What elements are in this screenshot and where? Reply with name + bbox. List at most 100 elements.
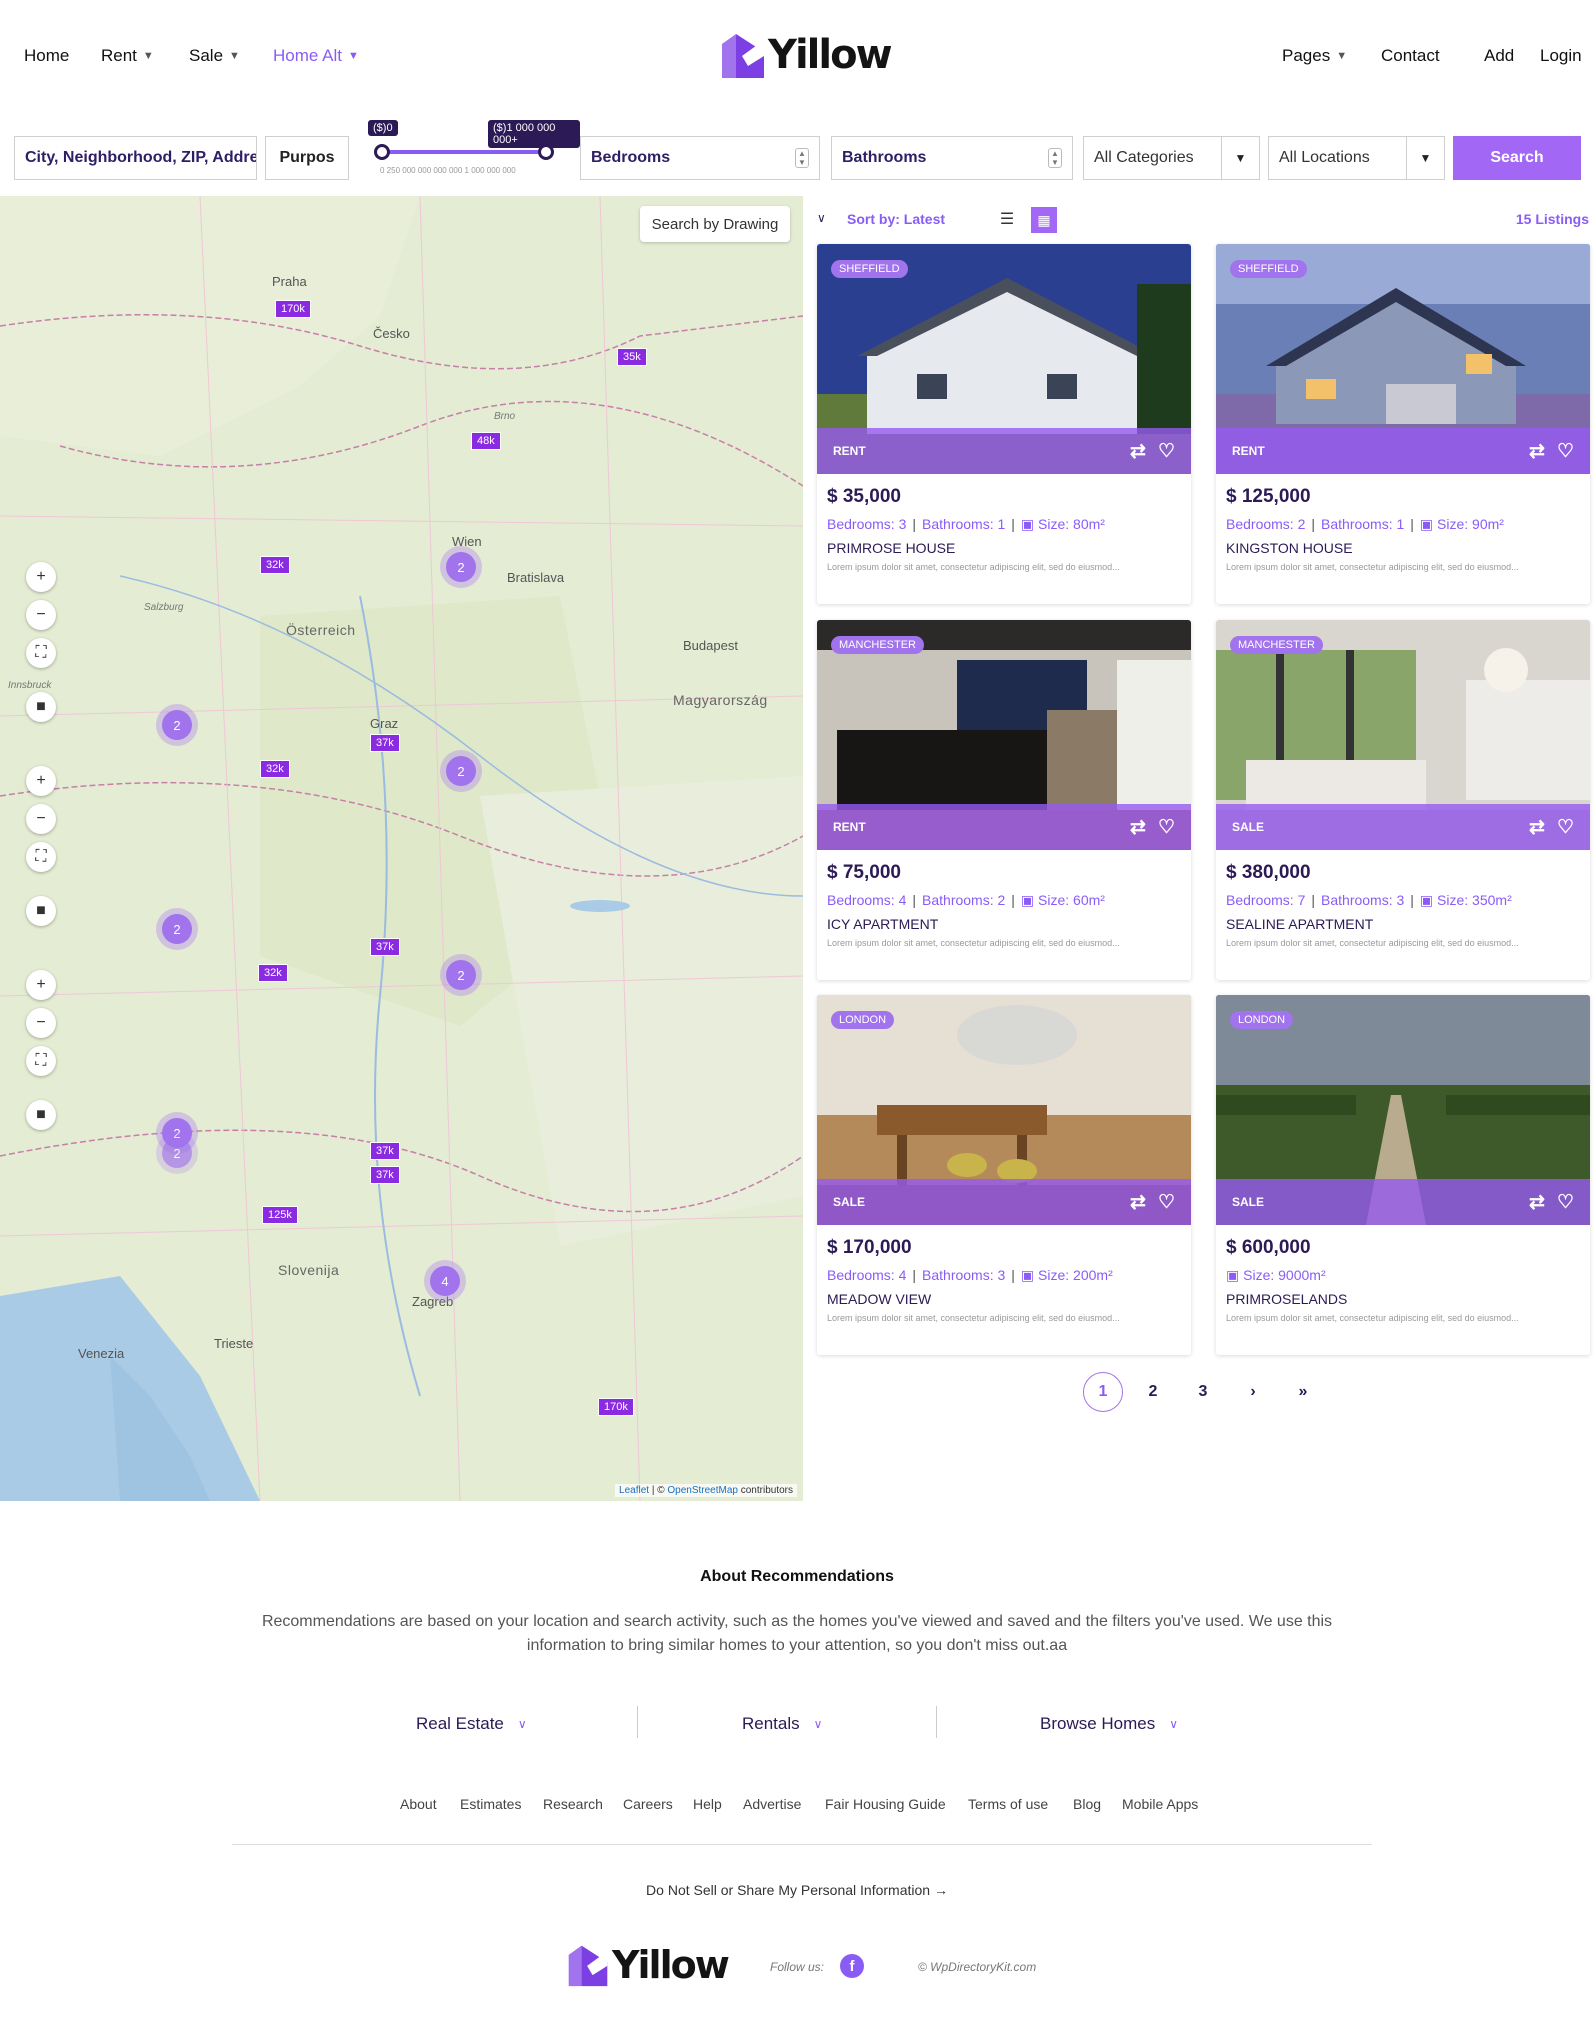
nav-add[interactable]: Add	[1484, 46, 1514, 66]
leaflet-link[interactable]: Leaflet	[619, 1485, 649, 1496]
privacy-link[interactable]: Do Not Sell or Share My Personal Informa…	[0, 1882, 1594, 1898]
list-view-icon[interactable]: ☰	[995, 207, 1019, 231]
footer-link-careers[interactable]: Careers	[623, 1796, 673, 1812]
nav-rent[interactable]: Rent ▼	[101, 46, 154, 66]
nav-login[interactable]: Login	[1540, 46, 1582, 66]
zoom-in-button[interactable]: +	[26, 766, 56, 796]
chevron-down-icon[interactable]: ▼	[1221, 137, 1259, 179]
zoom-out-button[interactable]: −	[26, 600, 56, 630]
map-price-marker[interactable]: 37k	[370, 1166, 400, 1184]
footer-link-about[interactable]: About	[400, 1796, 437, 1812]
compare-icon[interactable]: ⇄	[1130, 440, 1146, 463]
footer-link-terms[interactable]: Terms of use	[968, 1796, 1048, 1812]
listing-card[interactable]: MANCHESTER SALE ⇄ ♡ $ 380,000 Bedrooms: 7 |…	[1216, 620, 1590, 980]
nav-home-alt[interactable]: Home Alt ▼	[273, 46, 359, 66]
nav-contact[interactable]: Contact	[1381, 46, 1440, 66]
map-cluster[interactable]: 2	[156, 704, 198, 746]
heart-icon[interactable]: ♡	[1557, 1191, 1574, 1214]
map-price-marker[interactable]: 170k	[275, 300, 311, 318]
listing-card[interactable]: LONDON SALE ⇄ ♡ $ 600,000 ▣ Size: 9000m² P…	[1216, 995, 1590, 1355]
price-range-slider[interactable]: ($)0 ($)1 000 000 000+ 0 250 000 000 000…	[360, 118, 580, 184]
map-cluster[interactable]: 2	[440, 546, 482, 588]
osm-link[interactable]: OpenStreetMap	[667, 1485, 738, 1496]
location-search-input[interactable]: City, Neighborhood, ZIP, Address	[14, 136, 257, 180]
bedrooms-input[interactable]: Bedrooms ▲ ▼	[580, 136, 820, 180]
compare-icon[interactable]: ⇄	[1529, 816, 1545, 839]
footer-category-real-estate[interactable]: Real Estate ∨	[416, 1714, 527, 1734]
listing-title[interactable]: ICY APARTMENT	[827, 916, 938, 932]
spinner-icon[interactable]: ▲ ▼	[1048, 148, 1062, 168]
map-price-marker[interactable]: 35k	[617, 348, 647, 366]
map-price-marker[interactable]: 125k	[262, 1206, 298, 1224]
nav-home[interactable]: Home	[24, 46, 69, 66]
purpose-select[interactable]: Purpos	[265, 136, 349, 180]
facebook-icon[interactable]: f	[840, 1954, 864, 1978]
listing-card[interactable]: SHEFFIELD RENT ⇄ ♡ $ 35,000 Bedrooms: 3 | Ba…	[817, 244, 1191, 604]
categories-select[interactable]: All Categories ▼	[1083, 136, 1260, 180]
heart-icon[interactable]: ♡	[1158, 1191, 1175, 1214]
map-price-marker[interactable]: 32k	[260, 760, 290, 778]
footer-link-mobile-apps[interactable]: Mobile Apps	[1122, 1796, 1198, 1812]
fullscreen-icon[interactable]: ⛶	[26, 1046, 56, 1076]
last-page-button[interactable]: »	[1283, 1372, 1323, 1412]
nav-pages[interactable]: Pages ▼	[1282, 46, 1347, 66]
bathrooms-input[interactable]: Bathrooms ▲ ▼	[831, 136, 1073, 180]
page-button[interactable]: 1	[1083, 1372, 1123, 1412]
compare-icon[interactable]: ⇄	[1130, 1191, 1146, 1214]
heart-icon[interactable]: ♡	[1557, 440, 1574, 463]
map-cluster[interactable]: 4	[424, 1260, 466, 1302]
listing-card[interactable]: MANCHESTER RENT ⇄ ♡ $ 75,000 Bedrooms: 4 | B…	[817, 620, 1191, 980]
chevron-down-icon[interactable]: ∨	[817, 211, 826, 225]
listing-title[interactable]: PRIMROSELANDS	[1226, 1291, 1347, 1307]
map-price-marker[interactable]: 37k	[370, 1142, 400, 1160]
listing-title[interactable]: KINGSTON HOUSE	[1226, 540, 1353, 556]
draw-square-icon[interactable]: ■	[26, 1100, 56, 1130]
fullscreen-icon[interactable]: ⛶	[26, 842, 56, 872]
zoom-in-button[interactable]: +	[26, 970, 56, 1000]
compare-icon[interactable]: ⇄	[1529, 440, 1545, 463]
draw-square-icon[interactable]: ■	[26, 896, 56, 926]
footer-link-advertise[interactable]: Advertise	[743, 1796, 801, 1812]
heart-icon[interactable]: ♡	[1557, 816, 1574, 839]
heart-icon[interactable]: ♡	[1158, 816, 1175, 839]
zoom-out-button[interactable]: −	[26, 1008, 56, 1038]
footer-link-blog[interactable]: Blog	[1073, 1796, 1101, 1812]
zoom-out-button[interactable]: −	[26, 804, 56, 834]
footer-link-research[interactable]: Research	[543, 1796, 603, 1812]
compare-icon[interactable]: ⇄	[1130, 816, 1146, 839]
footer-category-browse-homes[interactable]: Browse Homes ∨	[1040, 1714, 1178, 1734]
page-button[interactable]: 2	[1133, 1372, 1173, 1412]
listing-card[interactable]: SHEFFIELD RENT ⇄ ♡ $ 125,000 Bedrooms: 2 | B…	[1216, 244, 1590, 604]
map-price-marker[interactable]: 37k	[370, 938, 400, 956]
price-min-handle[interactable]	[374, 144, 390, 160]
sort-select[interactable]: Sort by: Latest	[847, 211, 945, 227]
search-button[interactable]: Search	[1453, 136, 1581, 180]
map-price-marker[interactable]: 32k	[258, 964, 288, 982]
next-page-button[interactable]: ›	[1233, 1372, 1273, 1412]
map-price-marker[interactable]: 170k	[598, 1398, 634, 1416]
map-cluster[interactable]: 2	[440, 750, 482, 792]
listing-title[interactable]: MEADOW VIEW	[827, 1291, 931, 1307]
listing-title[interactable]: PRIMROSE HOUSE	[827, 540, 955, 556]
price-max-handle[interactable]	[538, 144, 554, 160]
grid-view-icon[interactable]: ▦	[1031, 207, 1057, 233]
search-by-drawing-button[interactable]: Search by Drawing	[640, 206, 790, 242]
page-button[interactable]: 3	[1183, 1372, 1223, 1412]
map-price-marker[interactable]: 37k	[370, 734, 400, 752]
footer-logo[interactable]: Yillow	[566, 1942, 730, 1988]
spinner-icon[interactable]: ▲ ▼	[795, 148, 809, 168]
zoom-in-button[interactable]: +	[26, 562, 56, 592]
map-price-marker[interactable]: 48k	[471, 432, 501, 450]
site-logo[interactable]: Yillow	[720, 30, 893, 80]
draw-square-icon[interactable]: ■	[26, 692, 56, 722]
footer-category-rentals[interactable]: Rentals ∨	[742, 1714, 822, 1734]
listing-title[interactable]: SEALINE APARTMENT	[1226, 916, 1373, 932]
locations-select[interactable]: All Locations ▼	[1268, 136, 1445, 180]
nav-sale[interactable]: Sale ▼	[189, 46, 240, 66]
footer-link-estimates[interactable]: Estimates	[460, 1796, 521, 1812]
footer-link-help[interactable]: Help	[693, 1796, 722, 1812]
map-cluster[interactable]: 2	[156, 908, 198, 950]
listing-card[interactable]: LONDON SALE ⇄ ♡ $ 170,000 Bedrooms: 4 | Bath…	[817, 995, 1191, 1355]
footer-link-fair-housing[interactable]: Fair Housing Guide	[825, 1796, 946, 1812]
compare-icon[interactable]: ⇄	[1529, 1191, 1545, 1214]
